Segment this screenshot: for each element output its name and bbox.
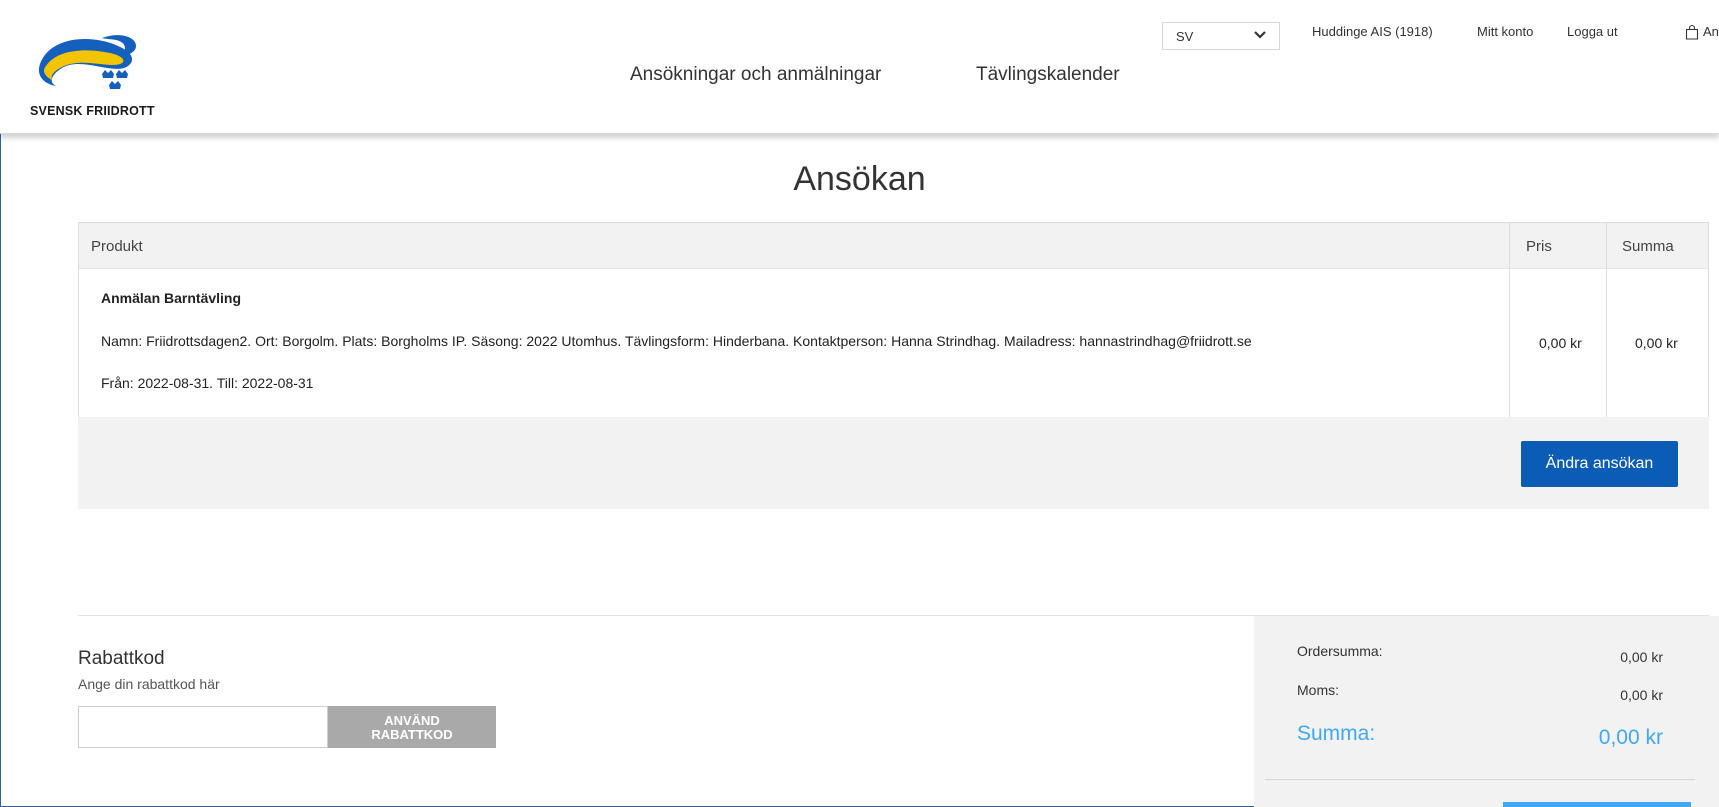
total-label: Summa: [1297,722,1376,745]
my-account-link[interactable]: Mitt konto [1477,24,1533,39]
apply-discount-button[interactable]: ANVÄND RABATTKOD [328,706,496,748]
product-sum: 0,00 kr [1635,335,1678,351]
total-value: 0,00 kr [1598,726,1663,749]
summary-divider [1265,779,1695,780]
language-value: SV [1176,29,1194,44]
discount-title: Rabattkod [78,648,165,669]
product-details: Namn: Friidrottsdagen2. Ort: Borgolm. Pl… [101,333,1252,349]
column-header-pris: Pris [1526,238,1552,255]
vat-value: 0,00 kr [1620,687,1663,703]
logo-swoosh-icon [38,35,136,89]
page-title: Ansökan [793,160,926,198]
language-select[interactable]: SV [1162,22,1280,50]
product-dates: Från: 2022-08-31. Till: 2022-08-31 [101,375,314,391]
svensk-friidrott-logo[interactable]: SVENSK FRIIDROTT [22,30,192,120]
apply-discount-label-line1: ANVÄND [384,713,440,728]
nav-ansokningar[interactable]: Ansökningar och anmälningar [630,64,881,86]
discount-subtitle: Ange din rabattkod här [78,676,220,692]
column-header-summa: Summa [1622,238,1674,255]
site-header: SVENSK FRIIDROTT Ansökningar och anmälni… [0,0,1719,134]
column-divider [1606,223,1607,419]
order-sum-value: 0,00 kr [1620,649,1663,665]
cart-link[interactable]: An [1703,24,1719,39]
column-header-produkt: Produkt [91,238,143,255]
edit-application-button[interactable]: Ändra ansökan [1521,441,1678,487]
table-header: Produkt Pris Summa [79,223,1708,269]
table-action-bar [78,417,1709,509]
product-table: Produkt Pris Summa [78,222,1709,420]
shopping-bag-icon[interactable] [1685,24,1699,40]
checkout-button[interactable] [1503,802,1691,807]
chevron-down-icon [1254,31,1266,39]
apply-discount-label-line2: RABATTKOD [371,727,453,742]
order-sum-label: Ordersumma: [1297,643,1383,659]
club-link[interactable]: Huddinge AIS (1918) [1312,24,1433,39]
logout-link[interactable]: Logga ut [1567,24,1618,39]
logo-text: SVENSK FRIIDROTT [30,104,155,118]
product-name: Anmälan Barntävling [101,290,242,306]
vat-label: Moms: [1297,682,1339,698]
discount-code-input[interactable] [78,706,328,748]
nav-tavlingskalender[interactable]: Tävlingskalender [976,64,1120,86]
product-price: 0,00 kr [1539,335,1582,351]
column-divider [1509,223,1510,419]
